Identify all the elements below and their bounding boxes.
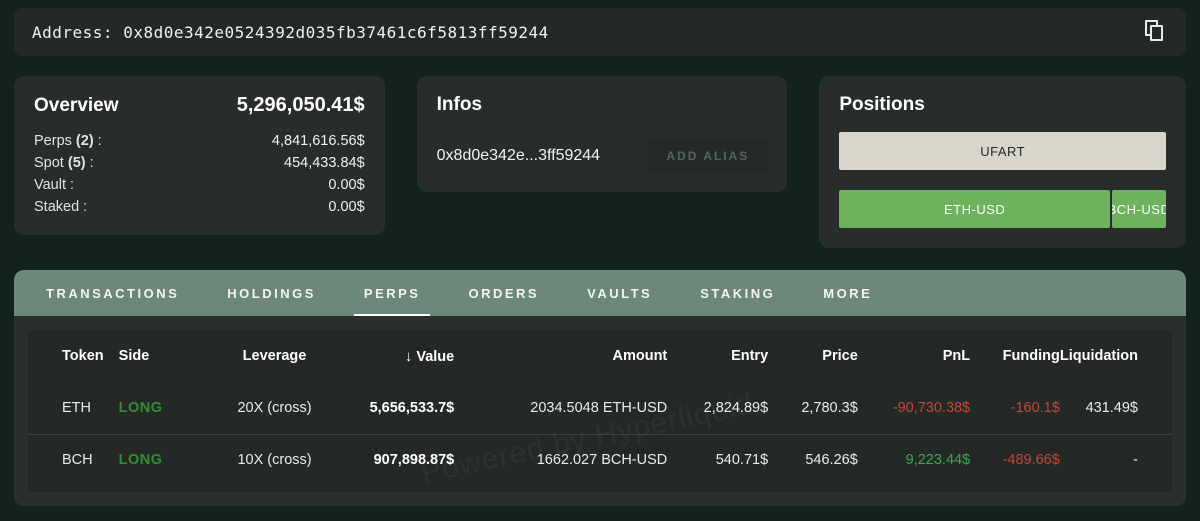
- overview-title: Overview: [34, 95, 119, 117]
- summary-cards-row: Overview 5,296,050.41$ Perps (2) : 4,841…: [14, 76, 1186, 248]
- tab-bar: TRANSACTIONS HOLDINGS PERPS ORDERS VAULT…: [14, 270, 1186, 316]
- perp-positions-row: ETH-USD BCH-USD: [839, 190, 1166, 228]
- cell-liquidation: 431.49$: [1060, 382, 1172, 434]
- overview-row-spot: Spot (5) : 454,433.84$: [34, 153, 365, 173]
- overview-spot-value: 454,433.84$: [284, 153, 365, 173]
- overview-vault-value: 0.00$: [328, 175, 364, 195]
- overview-perps-colon: :: [94, 133, 102, 149]
- cell-price: 546.26$: [768, 434, 858, 486]
- cell-amount: 2034.5048 ETH-USD: [454, 382, 667, 434]
- overview-staked-label: Staked: [34, 199, 79, 215]
- sort-desc-icon: ↓: [405, 348, 413, 365]
- tab-section: TRANSACTIONS HOLDINGS PERPS ORDERS VAULT…: [14, 270, 1186, 506]
- overview-spot-colon: :: [86, 155, 94, 171]
- copy-icon-front: [1150, 25, 1163, 41]
- cell-liquidation: -: [1060, 434, 1172, 486]
- infos-title: Infos: [437, 94, 768, 116]
- position-button-bch-usd[interactable]: BCH-USD: [1112, 190, 1166, 228]
- cell-side: LONG: [119, 382, 208, 434]
- header-price[interactable]: Price: [768, 330, 858, 382]
- tab-vaults[interactable]: VAULTS: [563, 270, 676, 316]
- overview-perps-label: Perps: [34, 133, 76, 149]
- overview-total-value: 5,296,050.41$: [237, 94, 365, 117]
- positions-card: Positions UFART ETH-USD BCH-USD: [819, 76, 1186, 248]
- cell-entry: 2,824.89$: [667, 382, 768, 434]
- tab-transactions[interactable]: TRANSACTIONS: [22, 270, 203, 316]
- overview-row-staked: Staked : 0.00$: [34, 197, 365, 217]
- cell-entry: 540.71$: [667, 434, 768, 486]
- positions-title: Positions: [839, 94, 1166, 116]
- overview-card: Overview 5,296,050.41$ Perps (2) : 4,841…: [14, 76, 385, 235]
- table-header-row: Token Side Leverage ↓Value Amount Entry …: [28, 330, 1172, 382]
- cell-funding: -489.66$: [970, 434, 1060, 486]
- header-funding[interactable]: Funding: [970, 330, 1060, 382]
- overview-perps-count: (2): [76, 133, 94, 149]
- cell-leverage: 10X (cross): [208, 434, 342, 486]
- cell-pnl: 9,223.44$: [858, 434, 970, 486]
- overview-spot-label: Spot: [34, 155, 68, 171]
- cell-funding: -160.1$: [970, 382, 1060, 434]
- overview-perps-value: 4,841,616.56$: [272, 131, 365, 151]
- infos-card: Infos 0x8d0e342e...3ff59244 ADD ALIAS: [417, 76, 788, 192]
- position-button-ufart[interactable]: UFART: [839, 132, 1166, 170]
- overview-vault-colon: :: [66, 177, 74, 193]
- overview-vault-label: Vault: [34, 177, 66, 193]
- tab-staking[interactable]: STAKING: [676, 270, 799, 316]
- tab-perps[interactable]: PERPS: [340, 270, 445, 316]
- header-entry[interactable]: Entry: [667, 330, 768, 382]
- overview-staked-colon: :: [79, 199, 87, 215]
- cell-price: 2,780.3$: [768, 382, 858, 434]
- cell-amount: 1662.027 BCH-USD: [454, 434, 667, 486]
- cell-leverage: 20X (cross): [208, 382, 342, 434]
- cell-value: 907,898.87$: [341, 434, 454, 486]
- cell-token: ETH: [28, 382, 119, 434]
- tab-holdings[interactable]: HOLDINGS: [203, 270, 340, 316]
- header-amount[interactable]: Amount: [454, 330, 667, 382]
- overview-row-perps: Perps (2) : 4,841,616.56$: [34, 131, 365, 151]
- tab-more[interactable]: MORE: [799, 270, 896, 316]
- perps-table-container: Powered by Hyperliquid Token Side Levera…: [28, 330, 1172, 492]
- copy-icon[interactable]: [1142, 19, 1168, 45]
- header-pnl[interactable]: PnL: [858, 330, 970, 382]
- tab-content: Powered by Hyperliquid Token Side Levera…: [14, 316, 1186, 506]
- header-token[interactable]: Token: [28, 330, 119, 382]
- header-liquidation[interactable]: Liquidation: [1060, 330, 1172, 382]
- overview-staked-value: 0.00$: [328, 197, 364, 217]
- header-leverage[interactable]: Leverage: [208, 330, 342, 382]
- cell-token: BCH: [28, 434, 119, 486]
- short-address: 0x8d0e342e...3ff59244: [437, 147, 600, 165]
- perps-table: Token Side Leverage ↓Value Amount Entry …: [28, 330, 1172, 486]
- cell-pnl: -90,730.38$: [858, 382, 970, 434]
- overview-row-vault: Vault : 0.00$: [34, 175, 365, 195]
- address-bar: Address: 0x8d0e342e0524392d035fb37461c6f…: [14, 8, 1186, 56]
- header-value[interactable]: ↓Value: [341, 330, 454, 382]
- overview-spot-count: (5): [68, 155, 86, 171]
- table-row[interactable]: BCH LONG 10X (cross) 907,898.87$ 1662.02…: [28, 434, 1172, 486]
- cell-value: 5,656,533.7$: [341, 382, 454, 434]
- position-button-eth-usd[interactable]: ETH-USD: [839, 190, 1110, 228]
- header-side[interactable]: Side: [119, 330, 208, 382]
- cell-side: LONG: [119, 434, 208, 486]
- header-value-label: Value: [416, 349, 454, 365]
- add-alias-button[interactable]: ADD ALIAS: [648, 138, 767, 174]
- address-text: Address: 0x8d0e342e0524392d035fb37461c6f…: [32, 23, 549, 42]
- table-row[interactable]: ETH LONG 20X (cross) 5,656,533.7$ 2034.5…: [28, 382, 1172, 434]
- tab-orders[interactable]: ORDERS: [444, 270, 563, 316]
